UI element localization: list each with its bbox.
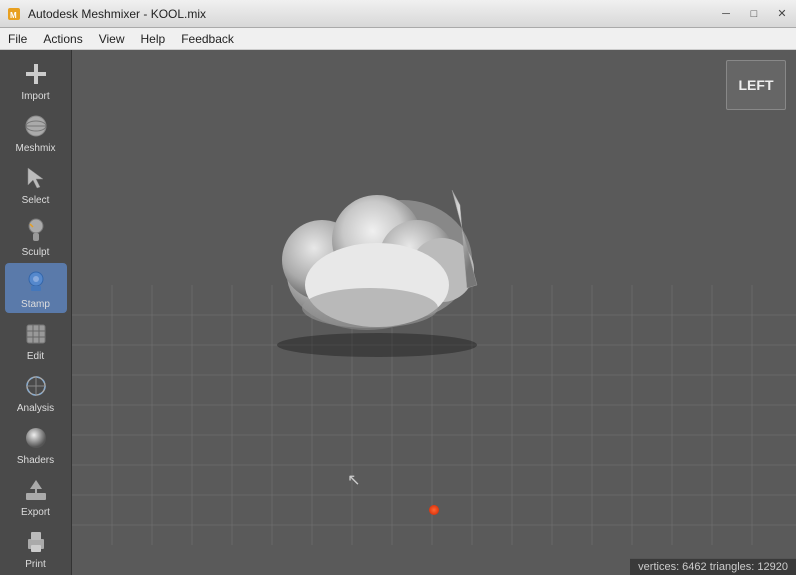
stamp-icon bbox=[21, 267, 51, 297]
menubar: File Actions View Help Feedback bbox=[0, 28, 796, 50]
menu-actions[interactable]: Actions bbox=[35, 28, 90, 50]
tool-export-label: Export bbox=[21, 507, 50, 518]
viewport[interactable]: LEFT ↖ vertices: 6462 triangles: 12920 bbox=[72, 50, 796, 575]
close-button[interactable]: ✕ bbox=[768, 0, 796, 28]
tool-print-label: Print bbox=[25, 559, 46, 570]
origin-point bbox=[429, 505, 439, 515]
titlebar: M Autodesk Meshmixer - KOOL.mix ─ □ ✕ bbox=[0, 0, 796, 28]
svg-text:M: M bbox=[10, 11, 17, 20]
tool-edit-label: Edit bbox=[27, 351, 44, 362]
tool-select[interactable]: Select bbox=[5, 159, 67, 209]
window-title: Autodesk Meshmixer - KOOL.mix bbox=[28, 7, 712, 21]
tool-import-label: Import bbox=[21, 91, 49, 102]
tool-stamp[interactable]: Stamp bbox=[5, 263, 67, 313]
menu-help[interactable]: Help bbox=[133, 28, 174, 50]
shaders-icon bbox=[21, 423, 51, 453]
tool-analysis[interactable]: Analysis bbox=[5, 367, 67, 417]
viewcube-label: LEFT bbox=[739, 77, 774, 93]
tool-analysis-label: Analysis bbox=[17, 403, 54, 414]
menu-view[interactable]: View bbox=[91, 28, 133, 50]
app-icon: M bbox=[4, 4, 24, 24]
tool-import[interactable]: Import bbox=[5, 55, 67, 105]
tool-export[interactable]: Export bbox=[5, 471, 67, 521]
viewcube[interactable]: LEFT bbox=[726, 60, 786, 110]
cursor-icon bbox=[21, 163, 51, 193]
3d-object bbox=[222, 140, 562, 360]
menu-file[interactable]: File bbox=[0, 28, 35, 50]
export-icon bbox=[21, 475, 51, 505]
window-controls: ─ □ ✕ bbox=[712, 0, 796, 28]
sidebar: Import Meshmix Select bbox=[0, 50, 72, 575]
analysis-icon bbox=[21, 371, 51, 401]
sphere-icon bbox=[21, 111, 51, 141]
plus-icon bbox=[21, 59, 51, 89]
tool-sculpt-label: Sculpt bbox=[22, 247, 50, 258]
status-bar: vertices: 6462 triangles: 12920 bbox=[630, 558, 796, 575]
tool-shaders[interactable]: Shaders bbox=[5, 419, 67, 469]
tool-select-label: Select bbox=[22, 195, 50, 206]
print-icon bbox=[21, 527, 51, 557]
main-layout: Import Meshmix Select bbox=[0, 50, 796, 575]
tool-meshmix[interactable]: Meshmix bbox=[5, 107, 67, 157]
tool-meshmix-label: Meshmix bbox=[15, 143, 55, 154]
menu-feedback[interactable]: Feedback bbox=[173, 28, 242, 50]
minimize-button[interactable]: ─ bbox=[712, 0, 740, 28]
tool-stamp-label: Stamp bbox=[21, 299, 50, 310]
sculpt-icon bbox=[21, 215, 51, 245]
tool-edit[interactable]: Edit bbox=[5, 315, 67, 365]
tool-sculpt[interactable]: Sculpt bbox=[5, 211, 67, 261]
maximize-button[interactable]: □ bbox=[740, 0, 768, 28]
tool-shaders-label: Shaders bbox=[17, 455, 54, 466]
tool-print[interactable]: Print bbox=[5, 523, 67, 573]
status-text: vertices: 6462 triangles: 12920 bbox=[638, 561, 788, 573]
edit-icon bbox=[21, 319, 51, 349]
